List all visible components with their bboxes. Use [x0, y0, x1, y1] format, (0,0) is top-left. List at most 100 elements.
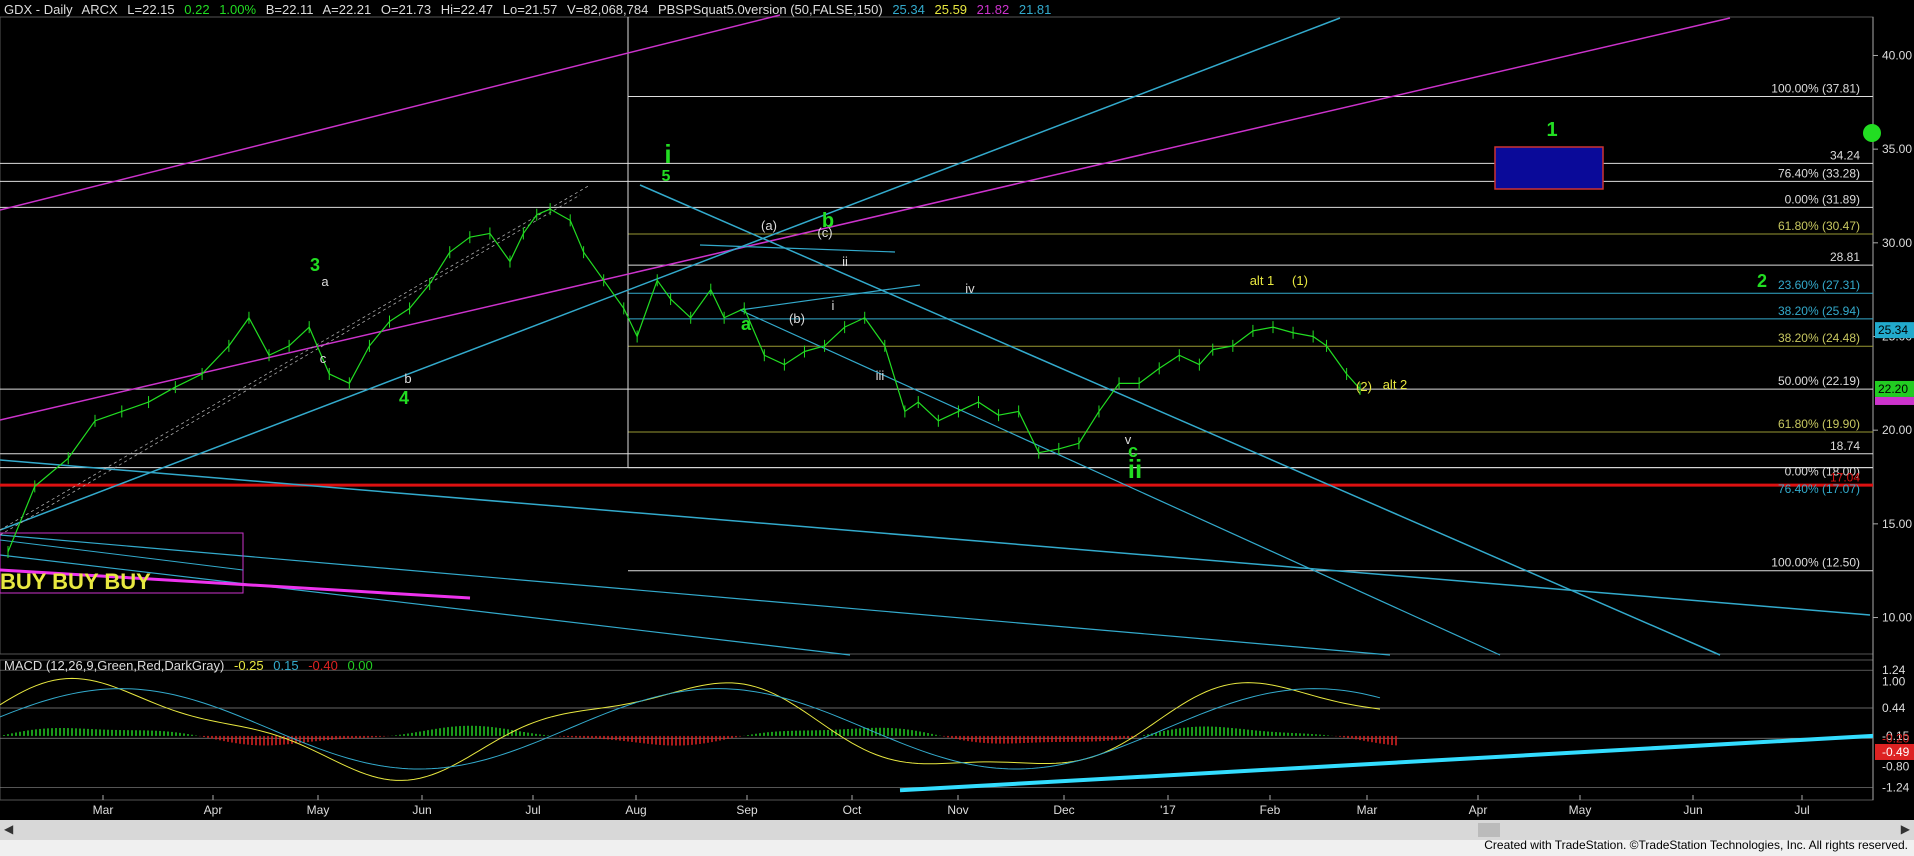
- trend-channel-line: [739, 309, 1501, 656]
- price-segment: [121, 401, 149, 413]
- macd-tick-label: -0.20: [1882, 731, 1910, 745]
- macd-tick-label: -0.80: [1882, 760, 1910, 774]
- wave-label: (a): [761, 218, 777, 233]
- price-segment: [690, 289, 712, 319]
- price-segment: [884, 345, 906, 412]
- high-price: Hi=22.47: [440, 2, 494, 17]
- fib-level-label: 100.00% (12.50): [1771, 556, 1860, 570]
- change-value: 0.22: [184, 2, 210, 17]
- fib-level-label: 76.40% (17.07): [1778, 482, 1860, 496]
- macd-value-1: -0.25: [233, 658, 264, 673]
- indicator-value-1: 25.34: [892, 2, 925, 17]
- symbol-label: GDX - Daily: [4, 2, 73, 17]
- price-segment: [1232, 330, 1254, 347]
- price-segment: [329, 373, 350, 384]
- horizontal-scrollbar[interactable]: ◀ ▶: [0, 820, 1914, 840]
- macd-value-2: 0.15: [273, 658, 299, 673]
- y-tick-label: 15.00: [1882, 517, 1912, 531]
- macd-label: MACD (12,26,9,Green,Red,DarkGray): [4, 658, 225, 673]
- fib-level-label: 61.80% (30.47): [1778, 219, 1860, 233]
- price-segment: [824, 326, 846, 347]
- price-segment: [1038, 448, 1059, 454]
- x-tick-label: Mar: [1357, 803, 1378, 817]
- macd-tick-label: -0.49: [1882, 745, 1910, 759]
- price-segment: [938, 410, 959, 422]
- indicator-label: PBSPSquat5.0version (50,FALSE,150): [657, 2, 883, 17]
- price-segment: [228, 317, 250, 347]
- y-tick-label: 40.00: [1882, 48, 1912, 62]
- price-segment: [67, 420, 96, 459]
- wave-label: alt 2: [1383, 377, 1408, 392]
- price-segment: [1138, 367, 1160, 384]
- price-segment: [489, 233, 511, 262]
- price-chart: 40.0035.0030.0025.0020.0015.0010.00MarAp…: [0, 14, 1914, 817]
- macd-value-3: -0.40: [308, 658, 338, 673]
- price-segment: [670, 298, 692, 319]
- price-segment: [469, 232, 491, 238]
- wave-label: 3: [310, 255, 320, 275]
- price-segment: [1098, 382, 1120, 412]
- last-price: L=22.15: [127, 2, 175, 17]
- price-segment: [389, 307, 410, 323]
- trend-channel-line: [0, 459, 1871, 616]
- price-segment: [1272, 326, 1294, 334]
- price-segment: [409, 283, 431, 309]
- scroll-right-icon[interactable]: ▶: [1901, 822, 1910, 836]
- wave-label: v: [1125, 432, 1132, 447]
- x-tick-label: Jul: [525, 803, 540, 817]
- wave-label: 2: [1757, 271, 1767, 291]
- price-segment: [288, 326, 310, 347]
- price-segment: [656, 279, 672, 300]
- fib-level-label: 76.40% (33.28): [1778, 166, 1860, 180]
- price-segment: [998, 410, 1019, 416]
- wave-label: alt 1: [1250, 273, 1275, 288]
- wave-label: (1): [1292, 273, 1308, 288]
- scroll-left-icon[interactable]: ◀: [4, 822, 13, 836]
- x-tick-label: Apr: [204, 803, 223, 817]
- price-segment: [1312, 336, 1327, 347]
- x-tick-label: Apr: [1469, 803, 1488, 817]
- volume-value: V=82,068,784: [567, 2, 649, 17]
- macd-header: MACD (12,26,9,Green,Red,DarkGray) -0.25 …: [4, 658, 379, 673]
- macd-panel-border: [0, 659, 1874, 801]
- indicator-tag-box: [1875, 396, 1914, 405]
- wave-label: 1: [1546, 119, 1557, 141]
- low-price: Lo=21.57: [502, 2, 558, 17]
- fib-level-label: 18.74: [1830, 439, 1860, 453]
- x-tick-label: Sep: [736, 803, 758, 817]
- fib-level-label: 28.81: [1830, 250, 1860, 264]
- wave-label: iii: [876, 368, 885, 383]
- price-tag-label: 22.20: [1878, 382, 1908, 396]
- price-segment: [1326, 345, 1348, 375]
- price-segment: [569, 220, 585, 253]
- price-segment: [1179, 354, 1200, 366]
- wave-marker-icon: [1863, 124, 1881, 142]
- wave-label: a: [321, 274, 329, 289]
- trend-channel-line: [0, 17, 1731, 421]
- macd-tick-label: 1.00: [1882, 675, 1906, 689]
- price-segment: [429, 251, 451, 285]
- price-segment: [509, 233, 524, 262]
- wave-label: (b): [789, 311, 805, 326]
- fib-level-label: 61.80% (19.90): [1778, 417, 1860, 431]
- macd-value-4: 0.00: [347, 658, 373, 673]
- wave-label: i: [832, 298, 835, 313]
- y-tick-label: 35.00: [1882, 142, 1912, 156]
- scrollbar-thumb[interactable]: [1478, 823, 1500, 837]
- price-segment: [536, 208, 551, 216]
- indicator-value-2: 25.59: [934, 2, 968, 17]
- price-segment: [904, 401, 919, 412]
- price-segment: [978, 401, 999, 416]
- x-tick-label: Aug: [625, 803, 646, 817]
- trend-channel-line: [739, 284, 921, 311]
- wave-label: 5: [662, 168, 671, 185]
- price-segment: [623, 308, 638, 337]
- price-segment: [917, 401, 939, 422]
- price-segment: [1158, 354, 1180, 369]
- fib-level-label: 38.20% (25.94): [1778, 304, 1860, 318]
- ask-price: A=22.21: [322, 2, 372, 17]
- bid-price: B=22.11: [265, 2, 314, 17]
- macd-tick-label: 0.44: [1882, 701, 1906, 715]
- x-tick-label: Nov: [947, 803, 968, 817]
- buy-signal-text: BUY BUY BUY: [0, 569, 151, 594]
